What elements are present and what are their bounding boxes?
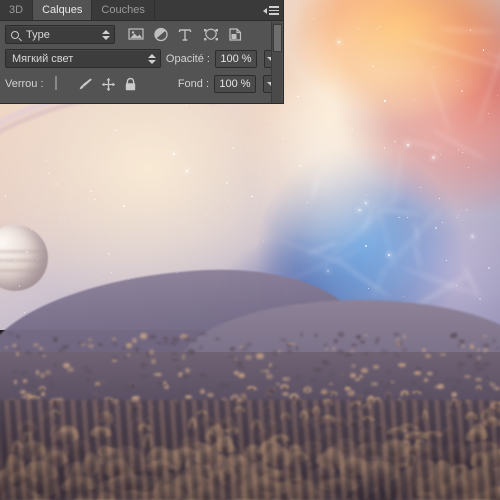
blend-mode-value: Мягкий свет [12, 52, 74, 65]
lock-all-padlock-icon[interactable] [124, 77, 138, 91]
tab-calques[interactable]: Calques [33, 0, 93, 20]
tab-3d-label: 3D [9, 4, 24, 16]
panel-menu-triangle-icon [263, 7, 267, 14]
screenshot-root: 3D Calques Couches Type Мягкий свет Opac… [0, 0, 500, 500]
opacity-label: Opacité : [165, 52, 210, 65]
layers-vertical-scrollbar[interactable] [271, 22, 282, 103]
blend-mode-select[interactable]: Мягкий свет [5, 49, 161, 68]
smart-object-filter-icon[interactable] [228, 27, 244, 42]
panel-menu-lines-icon [269, 6, 279, 15]
lock-label: Verrou : [5, 77, 44, 90]
lock-fill-row: Verrou : Fond: 100 % [0, 71, 283, 96]
filter-kind-select[interactable]: Type [5, 25, 115, 44]
panel-menu-icon[interactable] [263, 4, 279, 17]
adjustment-layer-filter-icon[interactable] [153, 27, 169, 42]
tab-calques-label: Calques [42, 4, 83, 16]
type-layer-filter-icon[interactable] [178, 27, 194, 42]
layer-filter-row: Type [0, 21, 283, 46]
up-down-stepper-icon[interactable] [102, 29, 110, 40]
panel-tab-bar: 3D Calques Couches [0, 0, 283, 21]
blend-mode-stepper-icon[interactable] [147, 53, 156, 64]
scrollbar-thumb[interactable] [273, 24, 282, 52]
search-icon [11, 30, 19, 39]
lock-buttons-group [54, 75, 138, 91]
tab-couches[interactable]: Couches [92, 0, 155, 20]
shape-layer-filter-icon[interactable] [203, 27, 219, 42]
lock-position-move-icon[interactable] [101, 77, 115, 91]
foreground-grass-mat [0, 400, 500, 500]
lock-transparency-icon[interactable] [54, 75, 69, 91]
fill-value-field[interactable]: 100 % [214, 74, 256, 93]
layers-panel: 3D Calques Couches Type Мягкий свет Opac… [0, 0, 284, 104]
fill-label: Fond : [177, 77, 209, 90]
layer-filter-icons [128, 27, 244, 42]
filter-kind-value: Type [26, 28, 50, 41]
tab-couches-label: Couches [101, 4, 145, 16]
blend-opacity-row: Мягкий свет Opacité : 100 % [0, 46, 283, 71]
opacity-value-field[interactable]: 100 % [214, 49, 257, 68]
lock-paint-brush-icon[interactable] [78, 77, 92, 91]
pixel-layer-filter-icon[interactable] [128, 27, 144, 42]
tab-3d[interactable]: 3D [0, 0, 34, 20]
